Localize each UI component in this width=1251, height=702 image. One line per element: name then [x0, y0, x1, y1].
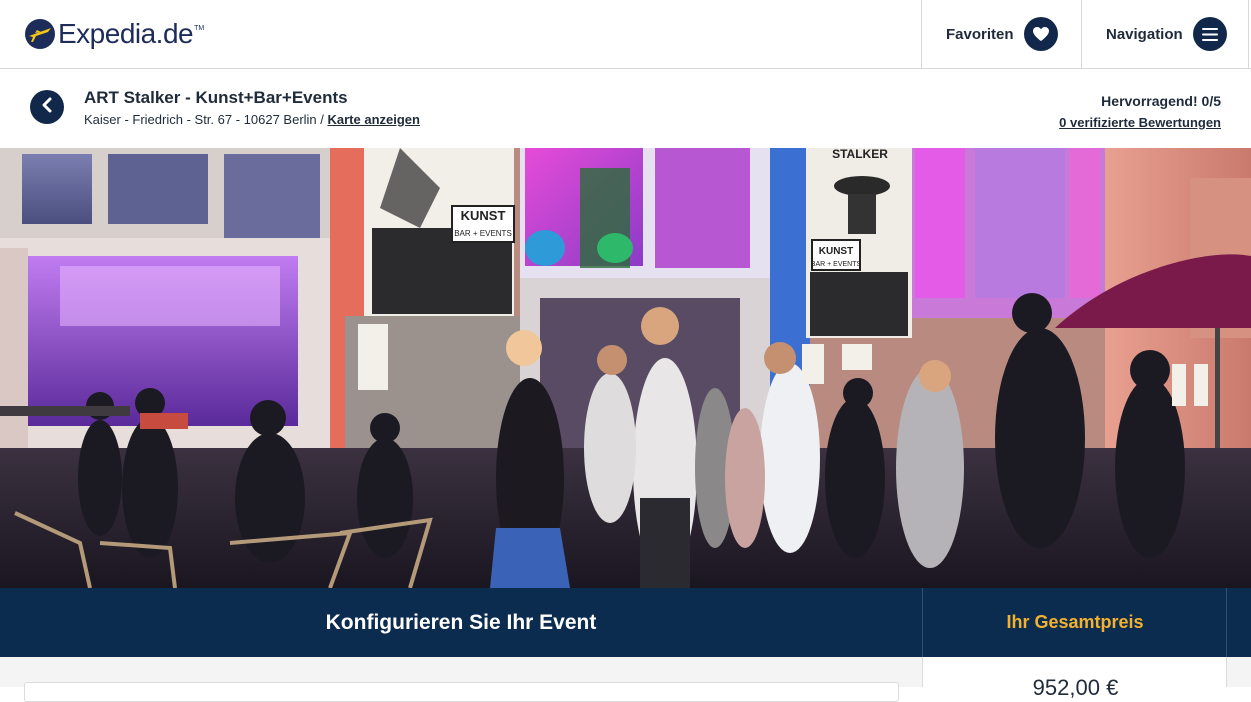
venue-photo-illustration: KUNST BAR + EVENTS STALKER KUNST BAR + E… — [0, 148, 1251, 588]
airplane-logo-icon — [24, 18, 56, 50]
back-button[interactable] — [30, 90, 64, 124]
menu-icon — [1192, 17, 1227, 51]
chevron-left-icon — [40, 97, 54, 118]
navigation-button[interactable]: Navigation — [1106, 0, 1227, 68]
total-price-label: Ihr Gesamtpreis — [1006, 612, 1144, 632]
logo-text: Expedia.de — [58, 18, 194, 49]
sign-right-top-text: STALKER — [832, 148, 888, 161]
venue-title: ART Stalker - Kunst+Bar+Events — [84, 88, 348, 107]
expedia-logo[interactable]: Expedia.de TM — [24, 14, 204, 54]
show-map-link[interactable]: Karte anzeigen — [327, 112, 419, 127]
configure-event-title: Konfigurieren Sie Ihr Event — [325, 610, 597, 634]
price-panel: 952,00 € — [922, 657, 1227, 700]
navigation-label: Navigation — [1106, 25, 1183, 43]
booking-bar: Konfigurieren Sie Ihr Event Ihr Gesamtpr… — [0, 588, 1251, 657]
booking-divider — [1226, 588, 1227, 657]
top-header: Expedia.de TM Favoriten Navigation — [0, 0, 1251, 69]
header-divider — [1248, 0, 1249, 68]
venue-address: Kaiser - Friedrich - Str. 67 - 10627 Ber… — [84, 112, 420, 127]
heart-icon — [1023, 17, 1058, 51]
sign-left-text: KUNST — [461, 208, 506, 223]
sign-right-subtext: BAR + EVENTS — [811, 261, 862, 268]
rating-label: Hervorragend! 0/5 — [1101, 93, 1221, 109]
booking-content: 952,00 € — [0, 657, 1251, 702]
address-text: Kaiser - Friedrich - Str. 67 - 10627 Ber… — [84, 112, 328, 127]
logo-trademark: TM — [194, 24, 205, 32]
total-price-value: 952,00 € — [1032, 675, 1119, 700]
verified-reviews-link[interactable]: 0 verifizierte Bewertungen — [1059, 115, 1221, 130]
event-config-card — [24, 682, 899, 702]
venue-header: ART Stalker - Kunst+Bar+Events Kaiser - … — [0, 69, 1251, 148]
favorites-label: Favoriten — [946, 25, 1014, 43]
booking-divider — [922, 588, 923, 657]
header-divider — [921, 0, 922, 68]
venue-photo: KUNST BAR + EVENTS STALKER KUNST BAR + E… — [0, 148, 1251, 588]
favorites-button[interactable]: Favoriten — [946, 0, 1058, 68]
sign-right-text: KUNST — [819, 246, 853, 257]
sign-left-subtext: BAR + EVENTS — [454, 229, 512, 238]
header-divider — [1081, 0, 1082, 68]
